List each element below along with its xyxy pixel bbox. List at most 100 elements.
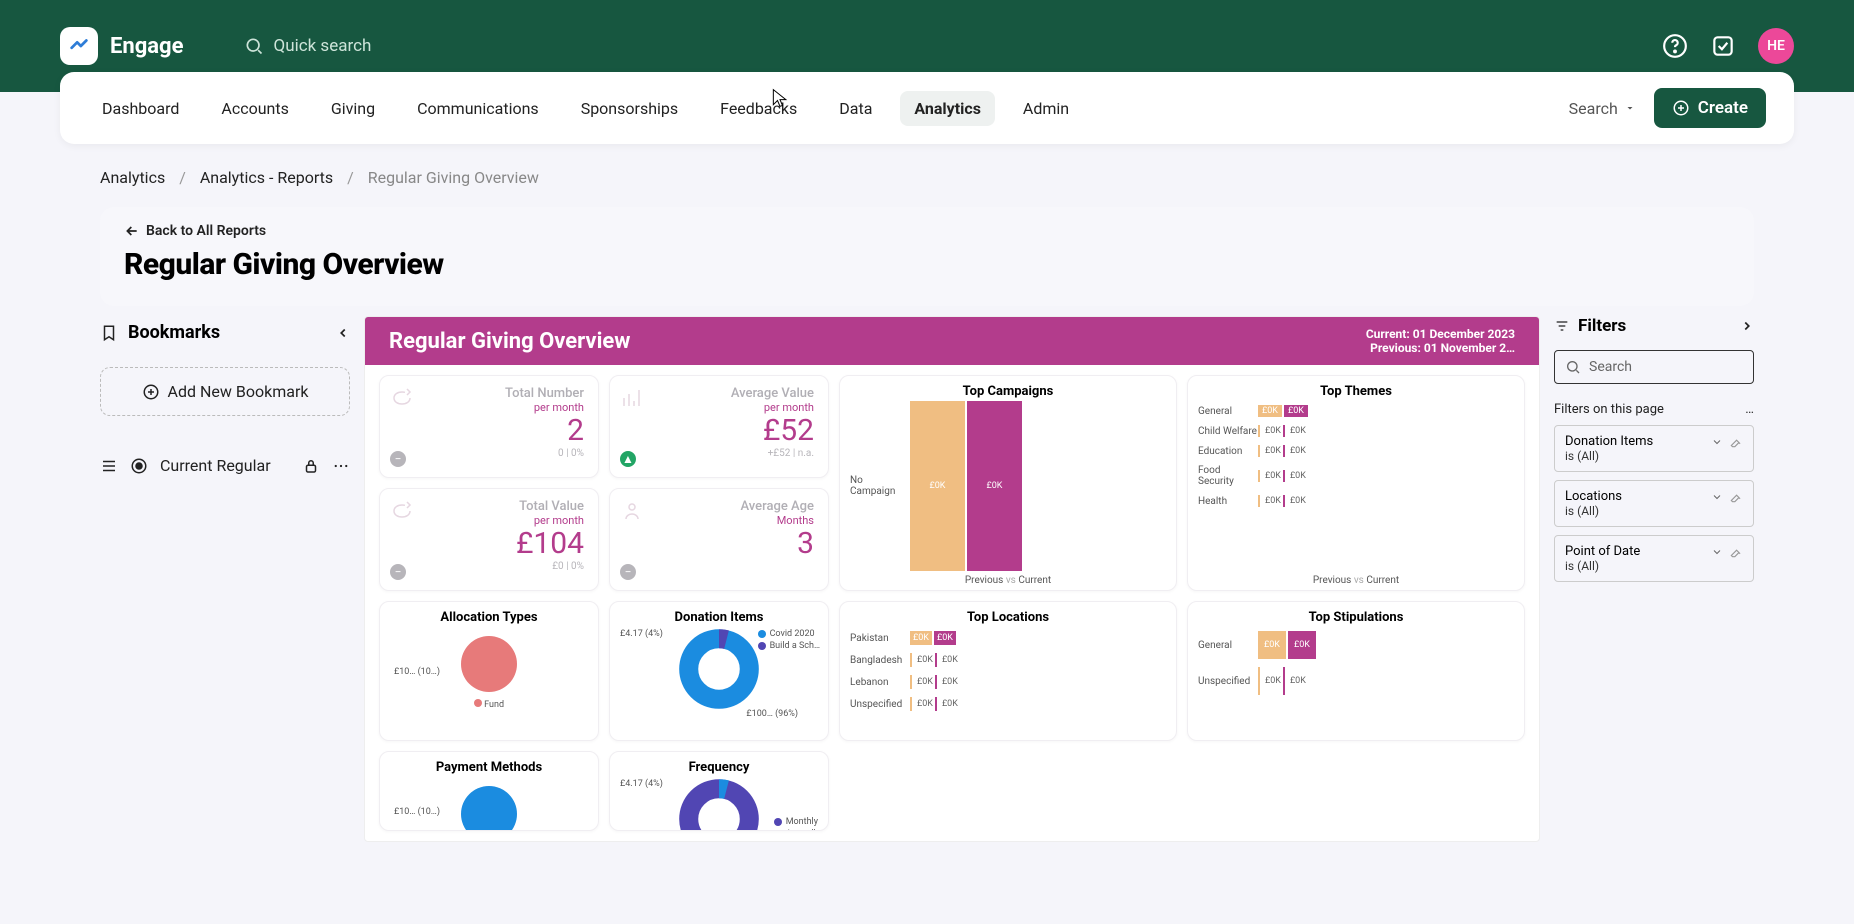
eraser-icon[interactable] xyxy=(1729,490,1743,504)
bar-row: Pakistan £0K £0K xyxy=(850,631,1166,645)
user-avatar[interactable]: HE xyxy=(1758,28,1794,64)
kpi-average-age: Average Age Months 3 − xyxy=(609,488,829,591)
kpi-label: Average Value xyxy=(624,386,814,401)
chart-foot: Previous vs Current xyxy=(965,575,1051,586)
kpi-label: Total Value xyxy=(394,499,584,514)
back-link[interactable]: Back to All Reports xyxy=(124,223,266,239)
legend-label: Monthly xyxy=(786,817,818,827)
bookmark-icon xyxy=(100,324,118,342)
add-bookmark-button[interactable]: Add New Bookmark xyxy=(100,367,350,416)
filter-card[interactable]: Point of Date is (All) xyxy=(1554,535,1754,582)
allocation-types-card: Allocation Types £10… (10…) Fund xyxy=(379,601,599,741)
filters-panel: Filters Search Filters on this page … Do… xyxy=(1554,316,1754,842)
legend-label: Fund xyxy=(484,700,504,710)
create-button[interactable]: Create xyxy=(1654,88,1766,128)
legend-label: Build a Sch… xyxy=(770,641,820,651)
more-icon[interactable]: … xyxy=(1745,402,1754,417)
chevron-down-icon[interactable] xyxy=(1711,436,1723,448)
quick-search-label: Quick search xyxy=(274,36,372,56)
bar-row: Education £0K £0K xyxy=(1198,445,1514,457)
chart-title: Allocation Types xyxy=(390,610,588,625)
filter-card[interactable]: Donation Items is (All) xyxy=(1554,425,1754,472)
filters-header: Filters xyxy=(1578,316,1626,336)
kpi-value: 3 xyxy=(624,529,814,559)
kpi-sublabel: Months xyxy=(624,514,814,527)
kpi-sublabel: per month xyxy=(394,401,584,414)
cursor-icon xyxy=(770,88,790,108)
crumb-item[interactable]: Analytics - Reports xyxy=(200,168,333,187)
chart-foot: Previous vs Current xyxy=(1313,575,1399,586)
quick-search[interactable]: Quick search xyxy=(244,36,372,56)
kpi-foot: £0 | 0% xyxy=(394,561,584,572)
filters-search-input[interactable]: Search xyxy=(1554,350,1754,384)
filter-icon xyxy=(1554,318,1570,334)
help-icon[interactable] xyxy=(1662,33,1688,59)
nav-search-label: Search xyxy=(1569,99,1618,118)
lock-icon[interactable] xyxy=(302,457,320,475)
eraser-icon[interactable] xyxy=(1729,545,1743,559)
top-campaigns-card: Top Campaigns No Campaign £0K £0K Previo… xyxy=(839,375,1177,591)
kpi-value: 2 xyxy=(394,416,584,446)
nav-item-admin[interactable]: Admin xyxy=(1009,91,1083,126)
legend-label: Covid 2020 xyxy=(770,629,815,639)
bar-row: General £0K £0K xyxy=(1198,631,1514,659)
kpi-trend-up-icon: ▲ xyxy=(620,451,636,467)
bar-row: Bangladesh £0K £0K xyxy=(850,653,1166,667)
slice-label: £100… (96%) xyxy=(746,709,798,719)
bookmarks-panel: Bookmarks Add New Bookmark Current Regul… xyxy=(100,316,350,842)
nav-item-accounts[interactable]: Accounts xyxy=(207,91,302,126)
report-header: Regular Giving Overview Current: 01 Dece… xyxy=(365,317,1539,365)
nav-item-dashboard[interactable]: Dashboard xyxy=(88,91,193,126)
main-nav: Dashboard Accounts Giving Communications Spo… xyxy=(60,72,1794,144)
bar-row: General £0K £0K xyxy=(1198,405,1514,417)
collapse-left-icon[interactable] xyxy=(336,326,350,340)
filters-section-label: Filters on this page xyxy=(1554,402,1664,417)
report-date-current: Current: 01 December 2023 xyxy=(1366,327,1515,341)
kpi-label: Average Age xyxy=(624,499,814,514)
payment-methods-card: Payment Methods £10… (10…) xyxy=(379,751,599,831)
crumb-sep: / xyxy=(347,168,354,187)
kpi-average-value: Average Value per month £52 +£52 | n.a. … xyxy=(609,375,829,478)
chevron-down-icon[interactable] xyxy=(1711,491,1723,503)
bar-row: Food Security £0K £0K xyxy=(1198,465,1514,487)
nav-item-analytics[interactable]: Analytics xyxy=(900,91,995,126)
chevron-down-icon[interactable] xyxy=(1711,546,1723,558)
slice-label: £4.17 (4%) xyxy=(620,629,663,639)
bar-row: No Campaign £0K £0K xyxy=(850,401,1022,571)
crumb-sep: / xyxy=(179,168,186,187)
collapse-right-icon[interactable] xyxy=(1740,319,1754,333)
nav-item-data[interactable]: Data xyxy=(825,91,886,126)
frequency-card: Frequency £4.17 (4%) Monthly Annually xyxy=(609,751,829,831)
tasks-icon[interactable] xyxy=(1710,33,1736,59)
more-icon[interactable] xyxy=(332,457,350,475)
bar-row: Health £0K £0K xyxy=(1198,495,1514,507)
slice-label: £10… (10…) xyxy=(394,807,440,817)
donation-items-card: Donation Items £4.17 (4%) Covid 2020 Bui… xyxy=(609,601,829,741)
nav-item-sponsorships[interactable]: Sponsorships xyxy=(567,91,692,126)
kpi-foot: +£52 | n.a. xyxy=(624,448,814,459)
nav-search-dropdown[interactable]: Search xyxy=(1569,99,1636,118)
nav-item-communications[interactable]: Communications xyxy=(403,91,553,126)
kpi-total-number: Total Number per month 2 0 | 0% − xyxy=(379,375,599,478)
brand-label: Engage xyxy=(110,34,184,59)
bar-row: Unspecified £0K £0K xyxy=(850,697,1166,711)
bookmark-row-current[interactable]: Current Regular xyxy=(100,456,350,475)
nav-item-giving[interactable]: Giving xyxy=(317,91,389,126)
eraser-icon[interactable] xyxy=(1729,435,1743,449)
filter-card[interactable]: Locations is (All) xyxy=(1554,480,1754,527)
chart-title: Top Locations xyxy=(850,610,1166,625)
kpi-value: £52 xyxy=(624,416,814,446)
legend-label: Annually xyxy=(786,829,820,831)
radio-selected-icon[interactable] xyxy=(130,457,148,475)
create-button-label: Create xyxy=(1698,98,1748,118)
app-logo[interactable] xyxy=(60,27,98,65)
kpi-total-value: Total Value per month £104 £0 | 0% − xyxy=(379,488,599,591)
menu-icon[interactable] xyxy=(100,457,118,475)
chart-title: Top Stipulations xyxy=(1198,610,1514,625)
bookmark-current-label: Current Regular xyxy=(160,456,271,475)
nav-item-feedbacks[interactable]: Feedbacks xyxy=(706,91,811,126)
report-canvas: Regular Giving Overview Current: 01 Dece… xyxy=(364,316,1540,842)
report-date-previous: Previous: 01 November 2… xyxy=(1366,341,1515,355)
page-title: Regular Giving Overview xyxy=(124,247,1730,282)
crumb-item[interactable]: Analytics xyxy=(100,168,165,187)
